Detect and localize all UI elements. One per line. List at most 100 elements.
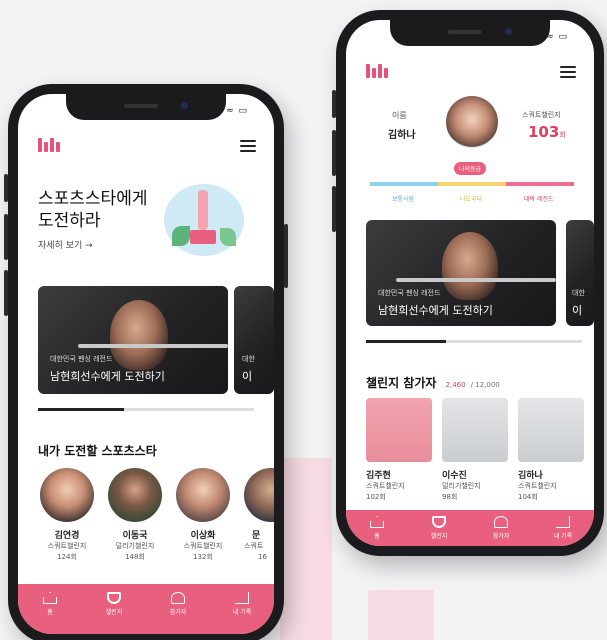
carousel-progress	[366, 340, 582, 343]
banner-title: 남현희선수에게 도전하기	[378, 304, 493, 317]
participant-photo	[366, 398, 432, 462]
star-card[interactable]: 문 스쿼트 16	[240, 468, 274, 563]
banner-subtitle: 대한민국 펜싱 레전드	[50, 355, 113, 363]
tab-my-record[interactable]: 내 기록	[217, 592, 267, 616]
podium	[190, 230, 216, 244]
tab-participants[interactable]: 참가자	[153, 592, 203, 616]
challenge-banner-peek[interactable]: 대한 이	[234, 286, 274, 394]
participant-card[interactable]: 김주현 스쿼트챌린지 102회	[366, 398, 432, 503]
participant-name: 김주현	[366, 471, 391, 481]
tab-label: 참가자	[169, 609, 187, 616]
status-bar: ..ıl ≈ ▭	[207, 106, 248, 116]
star-count: 16	[258, 553, 267, 561]
banner-title: 이	[242, 370, 253, 383]
tab-label: 내 기록	[232, 609, 252, 616]
phone-left: ..ıl ≈ ▭ 스포츠스타에게 도전하라 자세히 보기 → 대한민국 펜싱 레…	[4, 84, 288, 640]
participant-card[interactable]: 이수진 덜리기챌린지 98회	[442, 398, 508, 503]
star-name: 이동국	[122, 531, 148, 541]
side-button	[332, 90, 336, 118]
screen-left: ..ıl ≈ ▭ 스포츠스타에게 도전하라 자세히 보기 → 대한민국 펜싱 레…	[18, 94, 274, 634]
tab-challenge[interactable]: 챌린지	[89, 592, 139, 616]
participant-card[interactable]: 김하나 스쿼트챌린지 104회	[518, 398, 584, 503]
participant-photo	[442, 398, 508, 462]
menu-icon[interactable]	[240, 140, 256, 152]
participants-header: 챌린지 참가자 2,460 / 12,000	[366, 372, 500, 391]
status-bar: ..ıl ≈ ▭	[527, 32, 568, 42]
tab-home[interactable]: 홈	[25, 592, 75, 616]
challenge-value: 103	[528, 123, 560, 141]
tab-label: 홈	[47, 609, 53, 616]
tab-label: 참가자	[492, 533, 510, 540]
star-event: 덜리기챌린지	[115, 542, 155, 550]
profile-avatar[interactable]	[446, 96, 498, 148]
banner-title: 이	[572, 304, 583, 317]
level-label: 대박 레전드	[524, 196, 554, 203]
tab-my-record[interactable]: 내 기록	[538, 516, 588, 540]
menu-icon[interactable]	[560, 66, 576, 78]
star-name: 이상화	[190, 531, 216, 541]
trophy-icon	[432, 516, 446, 528]
barbell	[78, 344, 228, 348]
level-badge[interactable]: 나의등급	[454, 162, 487, 175]
participant-count: 98회	[442, 493, 458, 501]
app-logo[interactable]	[366, 64, 388, 78]
hero-illustration	[164, 184, 244, 256]
star-card[interactable]: 이동국 덜리기챌린지 148회	[104, 468, 166, 563]
participant-name: 이수진	[442, 471, 467, 481]
star-event: 스쿼트	[244, 542, 264, 550]
participant-event: 덜리기챌린지	[442, 482, 481, 490]
level-segment	[506, 182, 574, 186]
carousel-progress-fill	[38, 408, 125, 411]
participant-event: 스쿼트챌린지	[518, 482, 557, 490]
tab-label: 내 기록	[553, 533, 573, 540]
tab-label: 챌린지	[105, 609, 123, 616]
arrow-right-icon: →	[85, 241, 93, 251]
hero-title-line2: 도전하라	[38, 211, 101, 231]
participant-name: 김하나	[518, 471, 543, 481]
people-icon	[171, 592, 185, 604]
participants-title: 챌린지 참가자	[366, 376, 437, 390]
participants-total: / 12,000	[470, 381, 500, 389]
trophy-figure	[198, 190, 208, 230]
banner-subtitle: 대한	[242, 355, 255, 363]
star-card[interactable]: 이상화 스쿼트챌린지 132회	[172, 468, 234, 563]
side-button	[332, 130, 336, 176]
athlete-photo	[110, 300, 168, 370]
tab-bar: 홈 챌린지 참가자 내 기록	[346, 510, 594, 546]
level-segment	[370, 182, 438, 186]
people-icon	[494, 516, 508, 528]
carousel-progress	[38, 408, 254, 411]
decor-block	[368, 590, 434, 640]
hero-title-line1: 스포츠스타에게	[38, 189, 148, 209]
star-event: 스쿼트챌린지	[183, 542, 223, 550]
more-link[interactable]: 자세히 보기 →	[38, 238, 93, 251]
challenge-banner[interactable]: 대한민국 펜싱 레전드 남현희선수에게 도전하기	[366, 220, 556, 326]
profile-name-label: 이름	[392, 111, 407, 120]
star-count: 148회	[125, 553, 145, 561]
star-name: 문	[252, 531, 261, 541]
star-card[interactable]: 김연경 스쿼트챌린지 124회	[36, 468, 98, 563]
star-event: 스쿼트챌린지	[47, 542, 87, 550]
app-logo[interactable]	[38, 138, 60, 152]
carousel-progress-fill	[366, 340, 446, 343]
participant-count: 104회	[518, 493, 538, 501]
challenge-label: 스쿼트챌린지	[522, 111, 561, 119]
challenge-banner-peek[interactable]: 대한 이	[566, 220, 594, 326]
challenge-banner[interactable]: 대한민국 펜싱 레전드 남현희선수에게 도전하기	[38, 286, 228, 394]
side-button	[332, 186, 336, 232]
tab-participants[interactable]: 참가자	[476, 516, 526, 540]
level-segment	[438, 182, 506, 186]
tab-challenge[interactable]: 챌린지	[414, 516, 464, 540]
level-label: 보통사람	[392, 196, 415, 203]
tab-label: 홈	[374, 533, 380, 540]
leaf-decor	[172, 226, 190, 246]
banner-subtitle: 대한민국 펜싱 레전드	[378, 289, 441, 297]
athlete-photo	[442, 232, 498, 300]
avatar	[108, 468, 162, 522]
tab-home[interactable]: 홈	[352, 516, 402, 540]
trophy-icon	[107, 592, 121, 604]
profile-name-value: 김하나	[388, 130, 416, 141]
barbell	[396, 278, 556, 282]
participant-event: 스쿼트챌린지	[366, 482, 405, 490]
phone-right: ..ıl ≈ ▭ 이름 김하나 스쿼트챌린지 103회 나의등급 보통사람 나도…	[332, 10, 604, 556]
